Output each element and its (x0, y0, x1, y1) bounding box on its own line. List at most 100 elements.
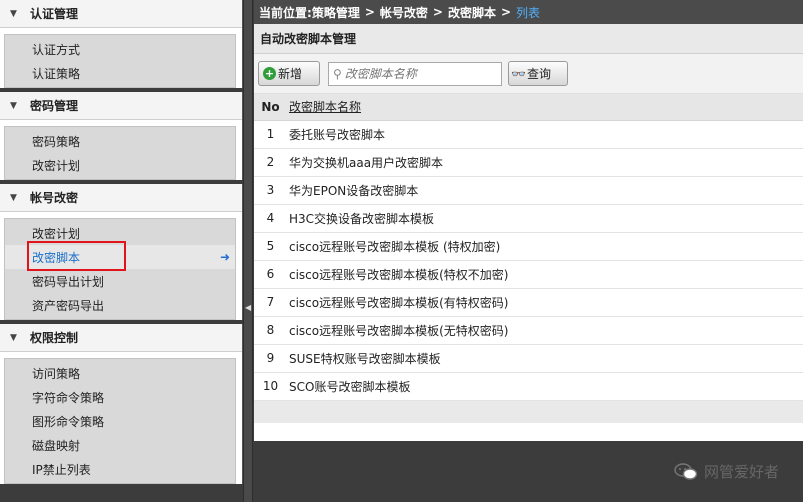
script-name[interactable]: cisco远程账号改密脚本模板(特权不加密) (287, 260, 803, 289)
add-button-label: 新增 (278, 67, 303, 81)
nav-group-title: 认证管理 (30, 7, 79, 21)
sidebar: ▼ 认证管理 认证方式 认证策略 ▼ 密码管理 密码策略 改密计划 ▼ 帐号改密… (0, 0, 243, 502)
breadcrumb-current: 列表 (516, 5, 541, 20)
add-button[interactable]: + 新增 (258, 61, 320, 86)
script-name[interactable]: H3C交换设备改密脚本模板 (287, 204, 803, 233)
breadcrumb-prefix: 当前位置: (259, 5, 312, 20)
column-header-no: No (254, 94, 287, 121)
sidebar-item-access-policy[interactable]: 访问策略 (5, 361, 235, 385)
row-number: 5 (254, 232, 287, 261)
table-footer (254, 400, 803, 423)
breadcrumb-separator: > (500, 5, 512, 19)
row-number: 4 (254, 204, 287, 233)
sidebar-item-disk-mapping[interactable]: 磁盘映射 (5, 433, 235, 457)
search-field[interactable]: ⚲ (328, 61, 502, 86)
triangle-down-icon: ▼ (10, 8, 17, 19)
row-number: 7 (254, 288, 287, 317)
sidebar-item-change-plan[interactable]: 改密计划 (5, 153, 235, 177)
breadcrumb-item[interactable]: 改密脚本 (448, 4, 496, 21)
table-body: 1 委托账号改密脚本 2 华为交换机aaa用户改密脚本 3 华为EPON设备改密脚本 4 H3… (254, 120, 803, 401)
nav-group-account-change: ▼ 帐号改密 改密计划 改密脚本 ➜ 密码导出计划 资产密码导出 (0, 184, 243, 320)
sidebar-item-label: 认证方式 (32, 42, 81, 57)
content-area: 自动改密脚本管理 + 新增 ⚲ 👓 查询 No 改密脚本名称 (254, 24, 803, 441)
sidebar-item-password-policy[interactable]: 密码策略 (5, 129, 235, 153)
script-name[interactable]: SUSE特权账号改密脚本模板 (287, 344, 803, 373)
table-row[interactable]: 9 SUSE特权账号改密脚本模板 (254, 344, 803, 373)
column-header-name[interactable]: 改密脚本名称 (287, 94, 803, 121)
nav-group-title: 帐号改密 (30, 191, 79, 205)
nav-group-body: 改密计划 改密脚本 ➜ 密码导出计划 资产密码导出 (4, 218, 236, 320)
sidebar-item-asset-password-export[interactable]: 资产密码导出 (5, 293, 235, 317)
row-number: 10 (254, 372, 287, 401)
nav-group-title: 权限控制 (30, 331, 79, 345)
script-name[interactable]: 华为EPON设备改密脚本 (287, 176, 803, 205)
script-name[interactable]: 委托账号改密脚本 (287, 120, 803, 149)
row-number: 9 (254, 344, 287, 373)
table-row[interactable]: 7 cisco远程账号改密脚本模板(有特权密码) (254, 288, 803, 317)
watermark-text: 网管爱好者 (703, 463, 779, 481)
nav-group-header[interactable]: ▼ 密码管理 (0, 92, 242, 120)
breadcrumb-separator: > (432, 5, 443, 19)
table-row[interactable]: 6 cisco远程账号改密脚本模板(特权不加密) (254, 260, 803, 289)
row-number: 3 (254, 176, 287, 205)
row-number: 6 (254, 260, 287, 289)
sidebar-item-label: 密码策略 (32, 134, 81, 149)
sidebar-item-auth-method[interactable]: 认证方式 (5, 37, 235, 61)
triangle-down-icon: ▼ (10, 332, 17, 343)
nav-group-auth: ▼ 认证管理 认证方式 认证策略 (0, 0, 243, 88)
sidebar-item-ip-ban-list[interactable]: IP禁止列表 (5, 457, 235, 481)
table-row[interactable]: 2 华为交换机aaa用户改密脚本 (254, 148, 803, 177)
arrow-right-icon: ➜ (219, 250, 230, 264)
table-row[interactable]: 4 H3C交换设备改密脚本模板 (254, 204, 803, 233)
script-name[interactable]: SCO账号改密脚本模板 (287, 372, 803, 401)
nav-group-header[interactable]: ▼ 帐号改密 (0, 184, 242, 212)
nav-group-header[interactable]: ▼ 认证管理 (0, 0, 242, 28)
row-number: 1 (254, 120, 287, 149)
wechat-icon (674, 462, 698, 480)
binoculars-icon: 👓 (511, 66, 526, 81)
sidebar-item-label: 字符命令策略 (32, 390, 105, 405)
query-button[interactable]: 👓 查询 (508, 61, 568, 86)
plus-circle-icon: + (263, 67, 276, 80)
breadcrumb-item[interactable]: 策略管理 (312, 4, 360, 21)
table-row[interactable]: 1 委托账号改密脚本 (254, 120, 803, 149)
nav-group-password: ▼ 密码管理 密码策略 改密计划 (0, 92, 243, 180)
sidebar-item-password-export-plan[interactable]: 密码导出计划 (5, 269, 235, 293)
sidebar-item-change-script[interactable]: 改密脚本 ➜ (5, 241, 235, 271)
script-name[interactable]: cisco远程账号改密脚本模板(无特权密码) (287, 316, 803, 345)
sidebar-item-label: 访问策略 (32, 366, 81, 381)
sidebar-item-change-plan[interactable]: 改密计划 (5, 221, 235, 245)
sidebar-item-label: 改密计划 (32, 158, 81, 173)
sidebar-item-label: 认证策略 (32, 66, 81, 81)
sidebar-item-graphic-command-policy[interactable]: 图形命令策略 (5, 409, 235, 433)
toolbar: + 新增 ⚲ 👓 查询 (254, 54, 803, 94)
sidebar-item-label: 磁盘映射 (32, 438, 81, 453)
sidebar-item-auth-policy[interactable]: 认证策略 (5, 61, 235, 85)
script-table: No 改密脚本名称 1 委托账号改密脚本 2 华为交换机aaa用户改密脚本 3 华为EPO… (254, 94, 803, 401)
breadcrumb-item[interactable]: 帐号改密 (380, 4, 428, 21)
search-input[interactable] (344, 66, 495, 81)
sidebar-item-label: 密码导出计划 (32, 274, 105, 289)
collapse-left-icon[interactable]: ◀ (245, 296, 251, 320)
table-header-row: No 改密脚本名称 (254, 94, 803, 121)
script-name[interactable]: 华为交换机aaa用户改密脚本 (287, 148, 803, 177)
main-panel: 当前位置: 策略管理 > 帐号改密 > 改密脚本 > 列表 自动改密脚本管理 +… (254, 0, 803, 502)
sidebar-item-char-command-policy[interactable]: 字符命令策略 (5, 385, 235, 409)
breadcrumb: 当前位置: 策略管理 > 帐号改密 > 改密脚本 > 列表 (254, 0, 803, 24)
row-number: 8 (254, 316, 287, 345)
table-row[interactable]: 3 华为EPON设备改密脚本 (254, 176, 803, 205)
nav-group-body: 访问策略 字符命令策略 图形命令策略 磁盘映射 IP禁止列表 (4, 358, 236, 484)
section-title: 自动改密脚本管理 (254, 24, 803, 54)
sidebar-item-label: 改密脚本 (32, 250, 81, 265)
table-row[interactable]: 10 SCO账号改密脚本模板 (254, 372, 803, 401)
script-name[interactable]: cisco远程账号改密脚本模板(有特权密码) (287, 288, 803, 317)
nav-group-header[interactable]: ▼ 权限控制 (0, 324, 242, 352)
sidebar-item-label: 资产密码导出 (32, 298, 105, 313)
sidebar-splitter[interactable]: ◀ (243, 0, 253, 502)
script-name[interactable]: cisco远程账号改密脚本模板 (特权加密) (287, 232, 803, 261)
table-row[interactable]: 5 cisco远程账号改密脚本模板 (特权加密) (254, 232, 803, 261)
sidebar-item-label: IP禁止列表 (32, 462, 91, 477)
table-row[interactable]: 8 cisco远程账号改密脚本模板(无特权密码) (254, 316, 803, 345)
query-button-label: 查询 (526, 67, 551, 81)
breadcrumb-separator: > (364, 5, 375, 19)
